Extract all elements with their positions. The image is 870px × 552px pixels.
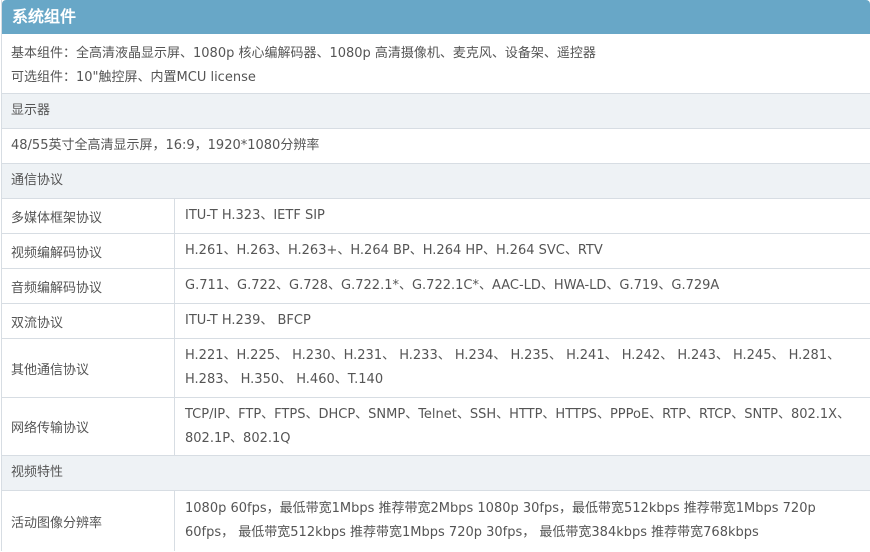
display-value: 48/55英寸全高清显示屏，16:9，1920*1080分辨率 — [2, 129, 870, 164]
spec-table: 系统组件 基本组件：全高清液晶显示屏、1080p 核心编解码器、1080p 高清… — [1, 0, 870, 551]
row-value: ITU-T H.323、IETF SIP — [185, 208, 325, 223]
row-key: 多媒体框架协议 — [2, 199, 175, 233]
row-key: 活动图像分辨率 — [2, 491, 175, 551]
row-value: ITU-T H.239、 BFCP — [185, 313, 311, 328]
section-video: 视频特性 — [2, 456, 870, 491]
row-key: 网络传输协议 — [2, 398, 175, 455]
row-value: 1080p 60fps，最低带宽1Mbps 推荐带宽2Mbps 1080p 30… — [185, 501, 816, 540]
row-key: 其他通信协议 — [2, 339, 175, 397]
table-row: 双流协议 ITU-T H.239、 BFCP — [2, 304, 870, 339]
table-row: 活动图像分辨率 1080p 60fps，最低带宽1Mbps 推荐带宽2Mbps … — [2, 491, 870, 551]
table-row: 视频编解码协议 H.261、H.263、H.263+、H.264 BP、H.26… — [2, 234, 870, 269]
section-protocols: 通信协议 — [2, 164, 870, 199]
components-block: 基本组件：全高清液晶显示屏、1080p 核心编解码器、1080p 高清摄像机、麦… — [2, 34, 870, 94]
table-row: 网络传输协议 TCP/IP、FTP、FTPS、DHCP、SNMP、Telnet、… — [2, 398, 870, 456]
table-row: 音频编解码协议 G.711、G.722、G.728、G.722.1*、G.722… — [2, 269, 870, 304]
row-value: H.221、H.225、 H.230、H.231、 H.233、 H.234、 … — [185, 348, 841, 387]
row-value: TCP/IP、FTP、FTPS、DHCP、SNMP、Telnet、SSH、HTT… — [185, 406, 851, 446]
table-row: 多媒体框架协议 ITU-T H.323、IETF SIP — [2, 199, 870, 234]
basic-components: 基本组件：全高清液晶显示屏、1080p 核心编解码器、1080p 高清摄像机、麦… — [11, 46, 596, 61]
row-key: 视频编解码协议 — [2, 234, 175, 268]
row-value: G.711、G.722、G.728、G.722.1*、G.722.1C*、AAC… — [185, 278, 720, 293]
row-key: 双流协议 — [2, 304, 175, 338]
row-value: H.261、H.263、H.263+、H.264 BP、H.264 HP、H.2… — [185, 243, 603, 258]
section-display: 显示器 — [2, 94, 870, 129]
row-key: 音频编解码协议 — [2, 269, 175, 303]
spec-title: 系统组件 — [2, 0, 870, 34]
optional-components: 可选组件：10"触控屏、内置MCU license — [11, 70, 256, 85]
table-row: 其他通信协议 H.221、H.225、 H.230、H.231、 H.233、 … — [2, 339, 870, 398]
